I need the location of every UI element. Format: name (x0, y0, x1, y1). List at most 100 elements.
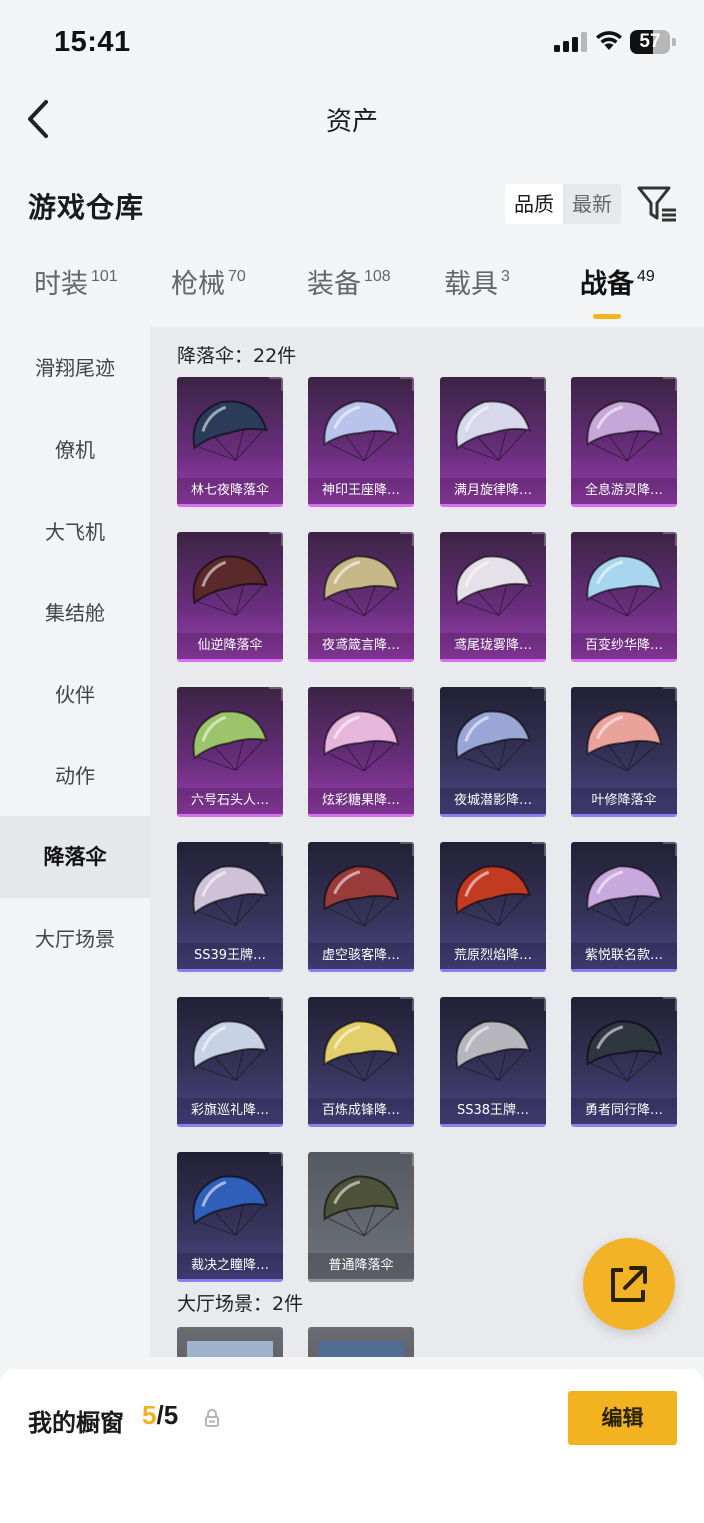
card-corner-decoration (663, 377, 677, 391)
parachute-card[interactable]: 叶修降落伞 (571, 687, 677, 817)
sidebar-item-parachute[interactable]: 降落伞 (0, 816, 150, 898)
tab-equipment[interactable]: 装备 108 (307, 262, 391, 324)
parachute-card[interactable]: SS39王牌… (177, 842, 283, 972)
parachute-art (192, 710, 268, 771)
parachute-art (323, 400, 400, 462)
sidebar: 滑翔尾迹 僚机 大飞机 集结舱 伙伴 动作 降落伞 大厅场景 (0, 327, 150, 1367)
filter-icon[interactable] (636, 184, 678, 224)
parachute-art (455, 1020, 531, 1081)
sidebar-item-aircraft[interactable]: 大飞机 (0, 491, 150, 573)
parachute-art (323, 1020, 400, 1082)
parachute-art (455, 555, 531, 616)
card-corner-decoration (400, 1152, 414, 1166)
card-corner-decoration (269, 377, 283, 391)
card-corner-decoration (400, 377, 414, 391)
battery-indicator: 57 (630, 30, 676, 54)
parachute-card[interactable]: 紫悦联名款… (571, 842, 677, 972)
section-title: 游戏仓库 (28, 191, 145, 224)
parachute-card[interactable]: 全息游灵降… (571, 377, 677, 507)
card-name: 夜城潜影降… (440, 788, 546, 814)
scene-card[interactable] (308, 1327, 414, 1357)
parachute-card[interactable]: 彩旗巡礼降… (177, 997, 283, 1127)
parachute-card[interactable]: 林七夜降落伞 (177, 377, 283, 507)
page-title: 资产 (325, 107, 378, 137)
parachute-card[interactable]: 勇者同行降… (571, 997, 677, 1127)
card-name: 百炼成锋降… (308, 1098, 414, 1124)
sort-option-newest[interactable]: 最新 (563, 184, 621, 224)
parachute-card[interactable]: 仙逆降落伞 (177, 532, 283, 662)
sort-toggle: 品质 最新 (505, 184, 621, 224)
card-corner-decoration (532, 997, 546, 1011)
card-corner-decoration (663, 842, 677, 856)
sidebar-item-emote[interactable]: 动作 (0, 735, 150, 817)
sidebar-item-assembly-pod[interactable]: 集结舱 (0, 572, 150, 654)
scene-card[interactable] (177, 1327, 283, 1357)
card-corner-decoration (532, 687, 546, 701)
parachute-card[interactable]: 炫彩糖果降… (308, 687, 414, 817)
parachute-card[interactable]: 神印王座降… (308, 377, 414, 507)
card-name: 满月旋律降… (440, 478, 546, 504)
card-corner-decoration (269, 842, 283, 856)
card-corner-decoration (532, 842, 546, 856)
parachute-art (455, 865, 531, 926)
card-name: 林七夜降落伞 (177, 478, 283, 504)
category-tabs: 时装 101 枪械 70 装备 108 载具 3 战备 49 (0, 262, 704, 324)
card-name: 夜鸢箴言降… (308, 633, 414, 659)
battery-percent: 57 (639, 31, 661, 52)
parachute-card[interactable]: 六号石头人… (177, 687, 283, 817)
parachute-card[interactable]: 虚空骇客降… (308, 842, 414, 972)
group-label-parachute: 降落伞：22件 (177, 345, 297, 367)
parachute-card[interactable]: 荒原烈焰降… (440, 842, 546, 972)
parachute-card[interactable]: 夜鸢箴言降… (308, 532, 414, 662)
sidebar-item-glide-trail[interactable]: 滑翔尾迹 (0, 327, 150, 409)
card-name: 神印王座降… (308, 478, 414, 504)
card-name: 全息游灵降… (571, 478, 677, 504)
scene-thumbnail (318, 1341, 404, 1357)
showcase-count: 5/5 (142, 1400, 179, 1430)
parachute-art (323, 710, 400, 772)
card-corner-decoration (400, 687, 414, 701)
parachute-card[interactable]: SS38王牌… (440, 997, 546, 1127)
sort-option-quality[interactable]: 品质 (505, 184, 563, 224)
sidebar-item-lobby-scene[interactable]: 大厅场景 (0, 898, 150, 980)
card-name: 紫悦联名款… (571, 943, 677, 969)
showcase-title: 我的橱窗 (28, 1409, 124, 1437)
parachute-card[interactable]: 满月旋律降… (440, 377, 546, 507)
parachute-art (323, 865, 400, 927)
tab-combat-gear[interactable]: 战备 49 (580, 262, 655, 324)
card-name: 叶修降落伞 (571, 788, 677, 814)
parachute-card[interactable]: 百炼成锋降… (308, 997, 414, 1127)
parachute-art (192, 1175, 268, 1236)
parachute-art (455, 710, 531, 771)
sidebar-item-companion[interactable]: 伙伴 (0, 654, 150, 736)
parachute-art (586, 1020, 663, 1082)
tab-firearms[interactable]: 枪械 70 (171, 262, 246, 324)
card-name: 仙逆降落伞 (177, 633, 283, 659)
item-grid-panel: 降落伞：22件 大厅场景：2件 林七夜降落伞 神印王座降… 满月旋律降… 全息游灵降…… (150, 327, 704, 1357)
card-name: 鸢尾珑雾降… (440, 633, 546, 659)
card-corner-decoration (663, 532, 677, 546)
parachute-art (192, 400, 268, 461)
card-name: 普通降落伞 (308, 1253, 414, 1279)
parachute-card[interactable]: 百变纱华降… (571, 532, 677, 662)
parachute-art (323, 1175, 400, 1237)
cellular-signal-icon (554, 32, 587, 52)
sidebar-item-wingman[interactable]: 僚机 (0, 409, 150, 491)
edit-button[interactable]: 编辑 (568, 1391, 677, 1445)
card-corner-decoration (269, 687, 283, 701)
wifi-icon (596, 31, 622, 50)
parachute-card[interactable]: 夜城潜影降… (440, 687, 546, 817)
tab-vehicles[interactable]: 载具 3 (444, 262, 510, 324)
card-corner-decoration (400, 532, 414, 546)
share-button[interactable] (583, 1238, 675, 1330)
active-tab-indicator (593, 314, 621, 319)
parachute-card[interactable]: 鸢尾珑雾降… (440, 532, 546, 662)
tab-fashion[interactable]: 时装 101 (34, 262, 118, 324)
parachute-card[interactable]: 普通降落伞 (308, 1152, 414, 1282)
card-corner-decoration (532, 532, 546, 546)
card-name: 荒原烈焰降… (440, 943, 546, 969)
parachute-card[interactable]: 裁决之瞳降… (177, 1152, 283, 1282)
card-corner-decoration (400, 997, 414, 1011)
status-bar: 15:41 57 (0, 0, 704, 80)
parachute-art (586, 400, 663, 462)
